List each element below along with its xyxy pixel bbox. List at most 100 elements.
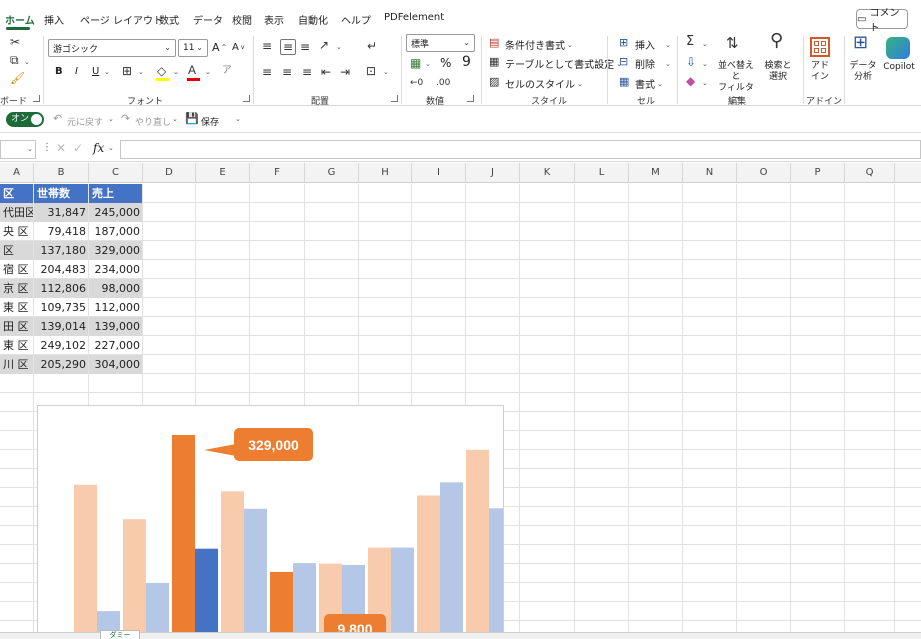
column-header[interactable]: G [305,163,359,183]
table-cell[interactable]: 宿 区 [0,260,33,279]
merge-dropdown-icon[interactable]: ⌄ [383,68,389,76]
clear-dropdown-icon[interactable]: ⌄ [702,79,708,87]
column-header[interactable]: P [791,163,845,183]
autosum-dropdown-icon[interactable]: ⌄ [702,40,708,48]
bar-sales[interactable] [417,495,440,635]
table-cell[interactable]: 109,735 [34,298,88,317]
format-cells-button[interactable]: 書式 ⌄ [635,76,663,92]
bar-households[interactable] [440,482,463,635]
cell-styles-icon[interactable]: ▨ [489,76,499,88]
orientation-dropdown-icon[interactable]: ⌄ [336,43,342,51]
table-cell[interactable]: 区 [0,241,33,260]
table-cell[interactable]: 東 区 [0,336,33,355]
embedded-chart[interactable]: 329,000 9,800 [37,405,504,635]
currency-icon[interactable]: ▦ [410,57,421,69]
conditional-format-button[interactable]: 条件付き書式 ⌄ [505,37,573,53]
column-header[interactable]: E [196,163,250,183]
format-as-table-icon[interactable]: ▦ [489,56,499,68]
table-cell[interactable]: 139,014 [34,317,88,336]
sort-filter-icon[interactable]: ⇅ [726,36,739,51]
data-analysis-icon[interactable]: ⊞ [853,34,868,52]
table-cell[interactable]: 央 区 [0,222,33,241]
tab-home[interactable]: ホーム [5,12,35,27]
table-cell[interactable]: 東 区 [0,298,33,317]
comma-style-button[interactable]: 9 [462,54,471,70]
grow-font-button[interactable]: A ^ [212,41,227,54]
bar-sales[interactable] [270,571,293,635]
tab-view[interactable]: 表示 [264,12,284,27]
copy-icon[interactable]: ⧉ [10,54,19,66]
column-header[interactable]: J [466,163,520,183]
tab-formulas[interactable]: 数式 [159,12,179,27]
save-label[interactable]: 保存 [201,115,219,128]
decrease-decimal-icon[interactable]: .00 [436,77,450,89]
addins-icon[interactable] [810,37,830,57]
orientation-icon[interactable]: ↗ [319,39,329,51]
tab-page-layout[interactable]: ページ レイアウト [80,12,163,27]
table-cell[interactable]: 112,000 [89,298,142,317]
undo-dropdown-icon[interactable]: ⌄ [108,115,114,123]
bar-sales[interactable] [172,435,195,635]
tab-automate[interactable]: 自動化 [298,12,328,27]
bar-households[interactable] [146,582,169,635]
column-header[interactable]: A [0,163,34,183]
cell-styles-button[interactable]: セルのスタイル ⌄ [505,76,583,92]
bold-button[interactable]: B [55,66,63,77]
merge-cells-icon[interactable]: ⊡ [366,65,376,77]
phonetic-icon[interactable]: ア [222,65,232,77]
font-size-select[interactable]: 11 ⌄ [178,39,208,57]
bar-sales[interactable] [74,484,97,635]
insert-cells-button[interactable]: 挿入 ⌄ [635,37,671,53]
cancel-icon[interactable]: ✕ [56,141,66,155]
copy-dropdown-icon[interactable]: ⌄ [24,58,30,66]
copilot-icon[interactable] [886,37,910,59]
align-top-icon[interactable]: ≡ [262,40,272,52]
currency-dropdown-icon[interactable]: ⌄ [425,60,431,68]
column-header[interactable]: C [89,163,143,183]
column-header[interactable]: I [412,163,466,183]
table-cell[interactable]: 川 区 [0,355,33,374]
column-header[interactable]: Q [845,163,895,183]
column-header[interactable]: M [629,163,683,183]
formula-input[interactable] [120,140,921,159]
table-cell[interactable]: 112,806 [34,279,88,298]
bar-households[interactable] [195,548,218,635]
bar-households[interactable] [244,508,267,635]
increase-decimal-icon[interactable]: ←0 [410,77,423,89]
decrease-indent-icon[interactable]: ⇤ [321,66,331,78]
table-cell[interactable]: 京 区 [0,279,33,298]
align-left-icon[interactable]: ≡ [262,66,272,78]
customize-qat-icon[interactable]: ⌄ [235,115,241,123]
column-header[interactable]: F [250,163,305,183]
column-header[interactable]: O [737,163,791,183]
table-header-cell[interactable]: 売上 [89,184,142,203]
formula-expand-icon[interactable]: ⌄ [108,144,114,152]
column-header[interactable]: H [359,163,412,183]
table-cell[interactable]: 249,102 [34,336,88,355]
fill-icon[interactable]: ⇩ [686,56,696,68]
table-cell[interactable]: 304,000 [89,355,142,374]
font-name-select[interactable]: 游ゴシック ⌄ [48,39,176,57]
enter-icon[interactable]: ✓ [73,141,83,155]
table-cell[interactable]: 139,000 [89,317,142,336]
format-as-table-button[interactable]: テーブルとして書式設定 ⌄ [505,56,622,72]
table-cell[interactable]: 代田区 [0,203,33,222]
data-analysis-button[interactable]: データ 分析 [848,61,878,83]
table-cell[interactable]: 245,000 [89,203,142,222]
number-launcher-icon[interactable] [467,95,474,102]
tab-help[interactable]: ヘルプ [341,12,371,27]
fill-dropdown-icon[interactable]: ⌄ [702,60,708,68]
bar-sales[interactable] [221,491,244,635]
align-bottom-icon[interactable]: ≡ [300,41,310,53]
format-cells-icon[interactable]: ▦ [619,76,629,88]
font-launcher-icon[interactable] [243,95,250,102]
save-icon[interactable]: 💾 [185,113,199,125]
column-header[interactable]: N [683,163,737,183]
table-cell[interactable]: 234,000 [89,260,142,279]
autosum-icon[interactable]: Σ [686,35,694,48]
border-dropdown-icon[interactable]: ⌄ [138,68,144,76]
tab-review[interactable]: 校閲 [232,12,252,27]
cut-icon[interactable]: ✂ [10,36,20,48]
bar-sales[interactable] [123,519,146,635]
fill-color-icon[interactable]: ◇ [157,65,166,77]
